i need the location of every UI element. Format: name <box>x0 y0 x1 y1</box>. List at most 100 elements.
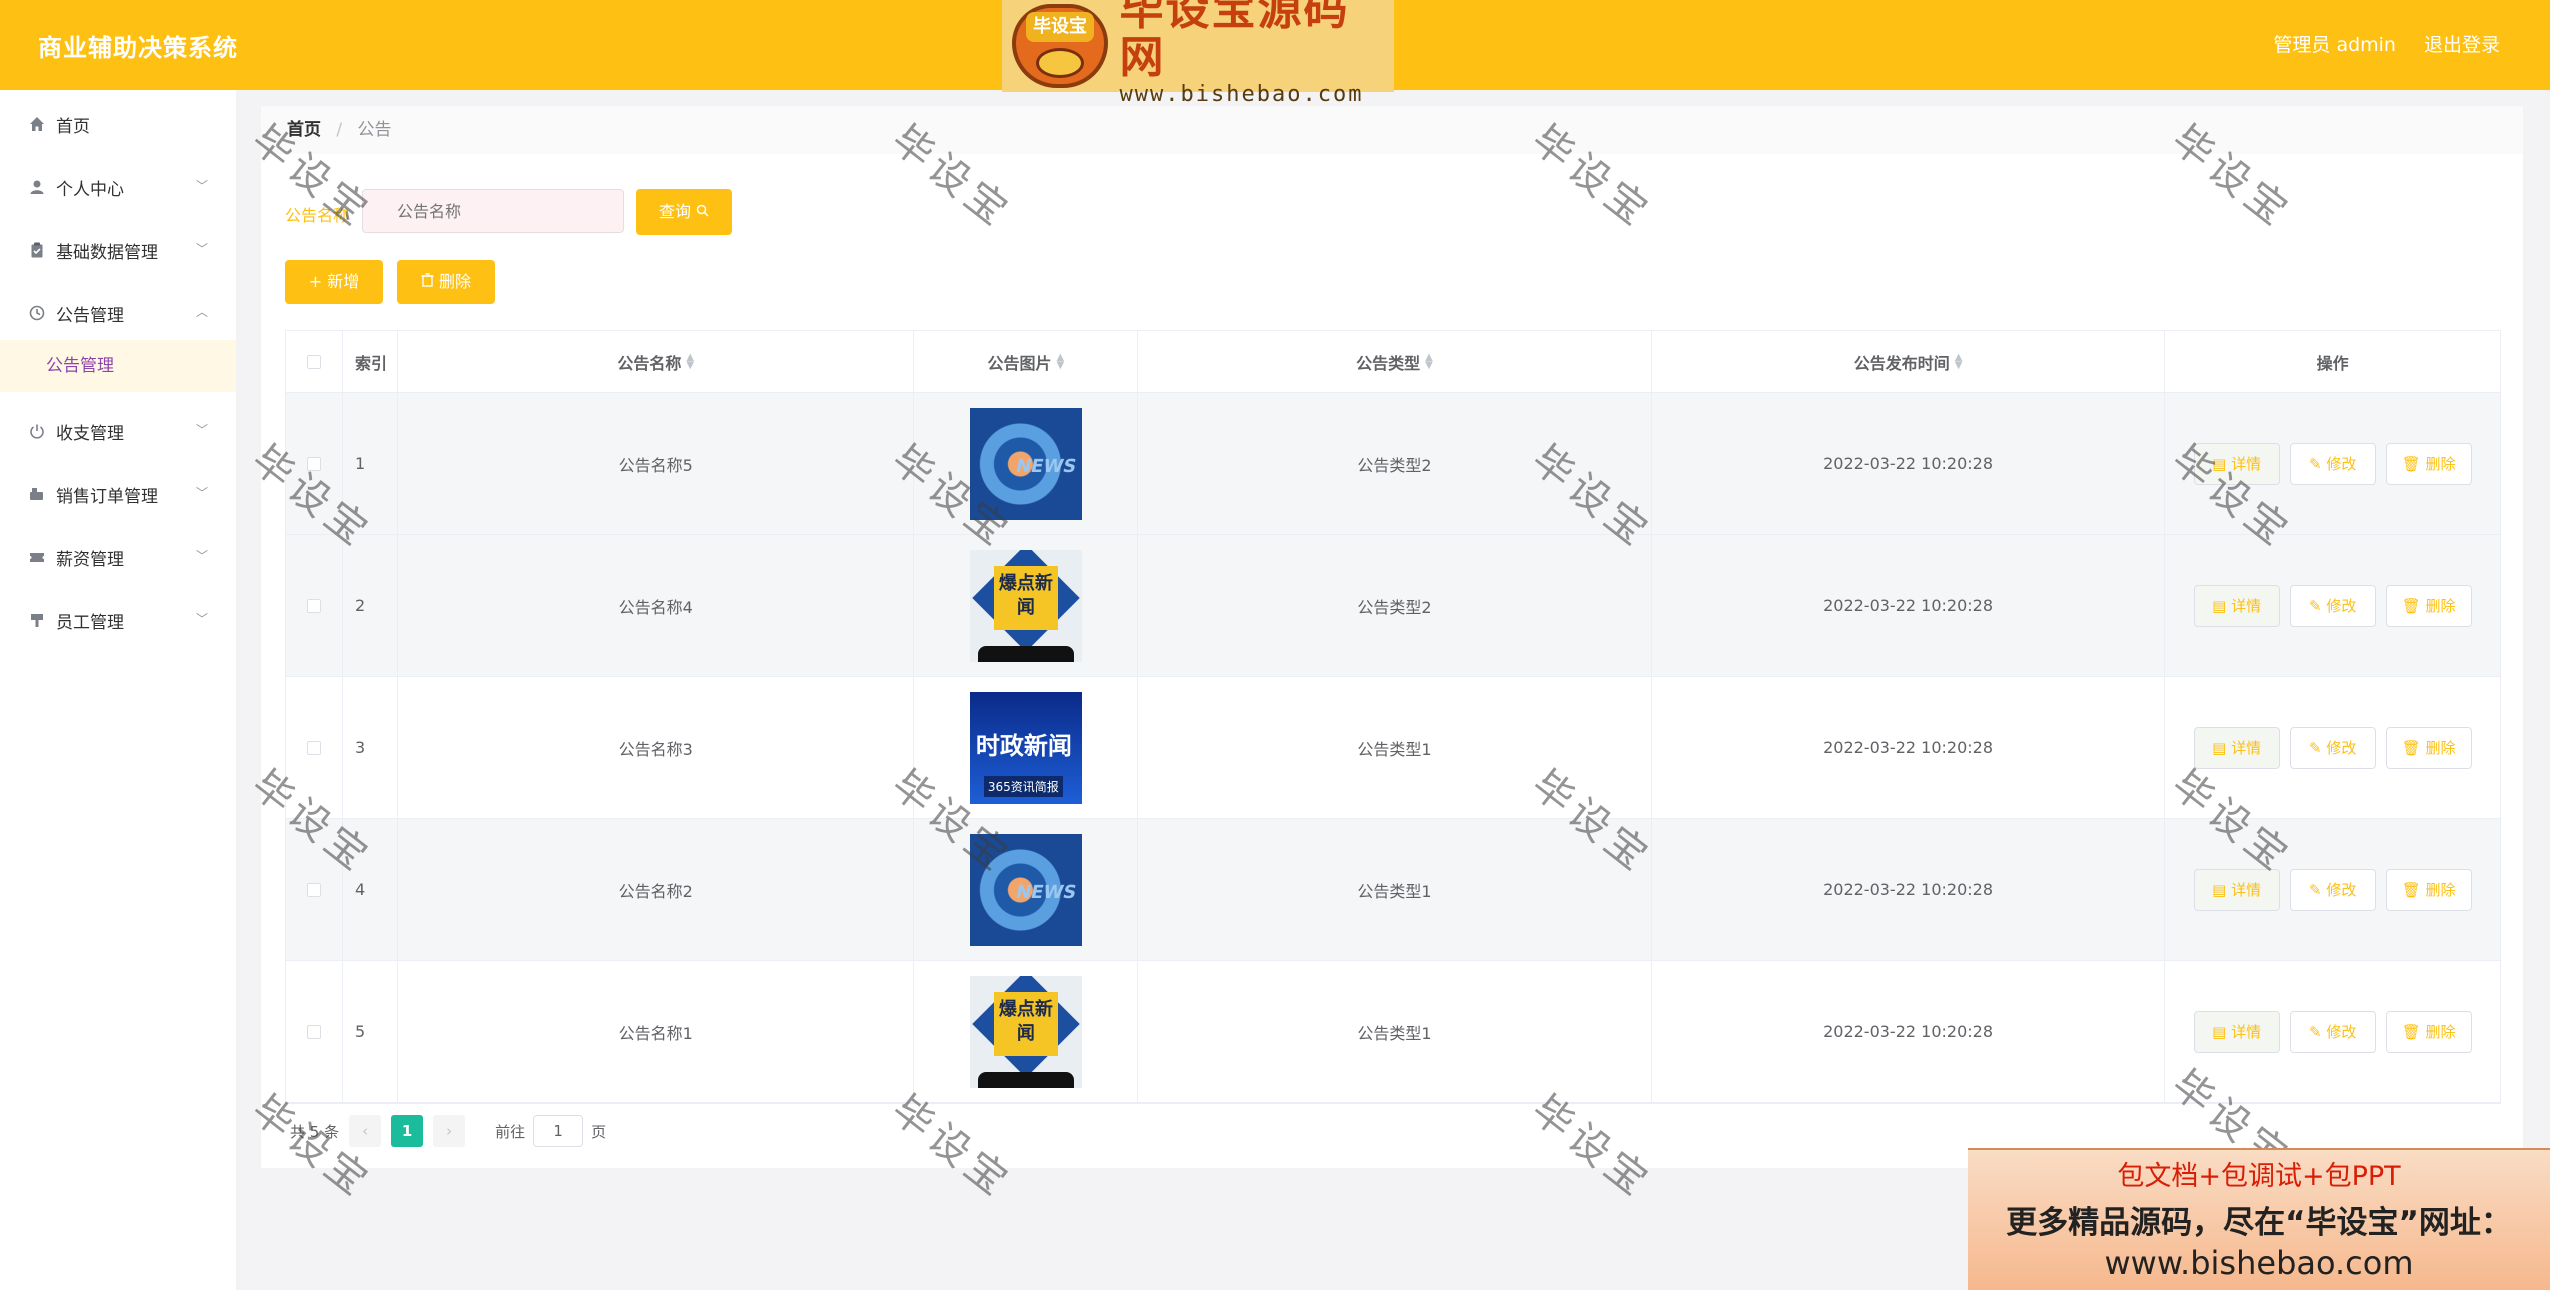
total-count: 共 5 条 <box>290 1122 340 1141</box>
detail-button[interactable]: ▤ 详情 <box>2193 726 2280 769</box>
row-time: 2022-03-22 10:20:28 <box>1652 819 2166 960</box>
detail-button[interactable]: ▤ 详情 <box>2193 868 2280 911</box>
header-name[interactable]: 公告名称 ▲ ▼ <box>398 331 915 392</box>
breadcrumb-separator: / <box>336 120 343 140</box>
row-checkbox[interactable] <box>306 740 321 755</box>
sidebar-item-home[interactable]: 首页 <box>0 98 236 150</box>
row-checkbox[interactable] <box>306 456 321 471</box>
clipboard-icon <box>28 241 46 259</box>
row-index: 5 <box>343 961 398 1102</box>
power-icon <box>28 422 46 440</box>
sidebar-item-label: 员工管理 <box>56 612 124 633</box>
delete-button[interactable]: 🗑 删除 <box>2385 726 2472 769</box>
sidebar-item-label: 收支管理 <box>56 423 124 444</box>
detail-button[interactable]: ▤ 详情 <box>2193 442 2280 485</box>
document-icon: ▤ <box>2212 596 2232 615</box>
edit-icon: ✎ <box>2308 1022 2327 1041</box>
notice-image-thumbnail: 时政新闻 365资讯简报 <box>969 691 1082 804</box>
sidebar-item-label: 销售订单管理 <box>56 486 158 507</box>
delete-button[interactable]: 🗑 删除 <box>2385 868 2472 911</box>
delete-button[interactable]: 🗑 删除 <box>2385 1010 2472 1053</box>
page-number-current[interactable]: 1 <box>391 1115 424 1147</box>
detail-button[interactable]: ▤ 详情 <box>2193 584 2280 627</box>
app-title: 商业辅助决策系统 <box>38 34 238 62</box>
sidebar-item-basic-data[interactable]: 基础数据管理 ﹀ <box>0 224 236 276</box>
logout-button[interactable]: 退出登录 <box>2424 30 2500 57</box>
trash-icon: 🗑 <box>2401 596 2426 615</box>
row-type: 公告类型1 <box>1138 819 1652 960</box>
sidebar-item-employees[interactable]: 员工管理 ﹀ <box>0 594 236 646</box>
sidebar-item-finance[interactable]: 收支管理 ﹀ <box>0 405 236 457</box>
row-name: 公告名称4 <box>398 535 915 676</box>
cart-icon <box>28 485 46 503</box>
select-all-checkbox[interactable] <box>306 354 321 369</box>
header-type[interactable]: 公告类型 ▲ ▼ <box>1138 331 1652 392</box>
row-checkbox[interactable] <box>306 882 321 897</box>
header-time[interactable]: 公告发布时间 ▲ ▼ <box>1652 331 2166 392</box>
row-index: 2 <box>343 535 398 676</box>
edit-button[interactable]: ✎ 修改 <box>2289 726 2376 769</box>
submenu-item-notice-management[interactable]: 公告管理 <box>0 340 236 392</box>
detail-button[interactable]: ▤ 详情 <box>2193 1010 2280 1053</box>
goto-page-input[interactable] <box>533 1115 584 1147</box>
row-time: 2022-03-22 10:20:28 <box>1652 535 2166 676</box>
add-button[interactable]: + 新增 <box>285 260 383 304</box>
prev-page-button[interactable]: ‹ <box>349 1115 382 1147</box>
edit-icon: ✎ <box>2308 738 2327 757</box>
query-button[interactable]: 查询 <box>636 189 732 235</box>
delete-button-label: 删除 <box>439 272 472 291</box>
sidebar-item-profile[interactable]: 个人中心 ﹀ <box>0 161 236 213</box>
row-name: 公告名称5 <box>398 393 915 534</box>
chevron-down-icon: ﹀ <box>195 423 208 437</box>
ticket-icon <box>28 548 46 566</box>
notice-name-search-input[interactable] <box>362 189 624 233</box>
delete-button[interactable]: 🗑 删除 <box>2385 442 2472 485</box>
delete-button[interactable]: 🗑 删除 <box>2385 584 2472 627</box>
chevron-down-icon: ﹀ <box>195 486 208 500</box>
user-icon <box>28 178 46 196</box>
sort-icon[interactable]: ▲ ▼ <box>686 352 694 370</box>
breadcrumb-home[interactable]: 首页 <box>287 120 321 140</box>
row-checkbox[interactable] <box>306 1024 321 1039</box>
row-checkbox[interactable] <box>306 598 321 613</box>
table-row: 2 公告名称4 爆点新闻 公告类型2 2022-03-22 10:20:28 ▤ 详情 ✎ … <box>286 535 2500 677</box>
sidebar-item-label: 基础数据管理 <box>56 242 158 263</box>
sidebar-item-label: 薪资管理 <box>56 549 124 570</box>
next-page-button[interactable]: › <box>433 1115 466 1147</box>
promo-banner[interactable]: 包文档+包调试+包PPT 更多精品源码，尽在“毕设宝”网址： www.bishe… <box>1968 1148 2550 1290</box>
search-label: 公告名称 <box>285 206 350 225</box>
sidebar-item-sales-orders[interactable]: 销售订单管理 ﹀ <box>0 468 236 520</box>
table-row: 3 公告名称3 时政新闻 365资讯简报 公告类型1 2022-03-22 10:20:2… <box>286 677 2500 819</box>
add-button-label: 新增 <box>327 272 360 291</box>
row-name: 公告名称3 <box>398 677 915 818</box>
row-name: 公告名称2 <box>398 819 915 960</box>
trash-icon: 🗑 <box>2401 1022 2426 1041</box>
logo-url: www.bishebao.com <box>1119 81 1364 107</box>
sidebar-item-salary[interactable]: 薪资管理 ﹀ <box>0 531 236 583</box>
pagination: 共 5 条 ‹ 1 › 前往 页 <box>290 1115 606 1147</box>
edit-button[interactable]: ✎ 修改 <box>2289 584 2376 627</box>
edit-button[interactable]: ✎ 修改 <box>2289 442 2376 485</box>
sidebar-item-label: 首页 <box>56 116 90 137</box>
trash-icon: 🗑 <box>2401 454 2426 473</box>
sidebar: 首页 个人中心 ﹀ 基础数据管理 ﹀ 公告管理 ︿ 公告管理 收支管理 ﹀ 销售… <box>0 90 236 1290</box>
mascot-logo-icon: 毕设宝 <box>1012 4 1108 88</box>
breadcrumb-current: 公告 <box>357 120 392 140</box>
table-row: 4 公告名称2 NEWS 公告类型1 2022-03-22 10:20:28 ▤ 详情 ✎ … <box>286 819 2500 961</box>
sidebar-item-notice[interactable]: 公告管理 ︿ <box>0 287 236 339</box>
admin-user-label[interactable]: 管理员 admin <box>2273 30 2396 57</box>
document-icon: ▤ <box>2212 454 2232 473</box>
stamp-icon <box>28 611 46 629</box>
chevron-down-icon: ﹀ <box>195 179 208 193</box>
row-time: 2022-03-22 10:20:28 <box>1652 961 2166 1102</box>
batch-delete-button[interactable]: 删除 <box>397 260 495 304</box>
edit-button[interactable]: ✎ 修改 <box>2289 1010 2376 1053</box>
edit-icon: ✎ <box>2308 880 2327 899</box>
sort-icon[interactable]: ▲ ▼ <box>1955 352 1963 370</box>
header-image[interactable]: 公告图片 ▲ ▼ <box>914 331 1139 392</box>
table-body: 1 公告名称5 NEWS 公告类型2 2022-03-22 10:20:28 ▤ 详情 ✎ … <box>286 393 2500 1103</box>
chevron-up-icon: ︿ <box>195 305 208 319</box>
sort-icon[interactable]: ▲ ▼ <box>1057 352 1065 370</box>
edit-button[interactable]: ✎ 修改 <box>2289 868 2376 911</box>
sort-icon[interactable]: ▲ ▼ <box>1425 352 1433 370</box>
